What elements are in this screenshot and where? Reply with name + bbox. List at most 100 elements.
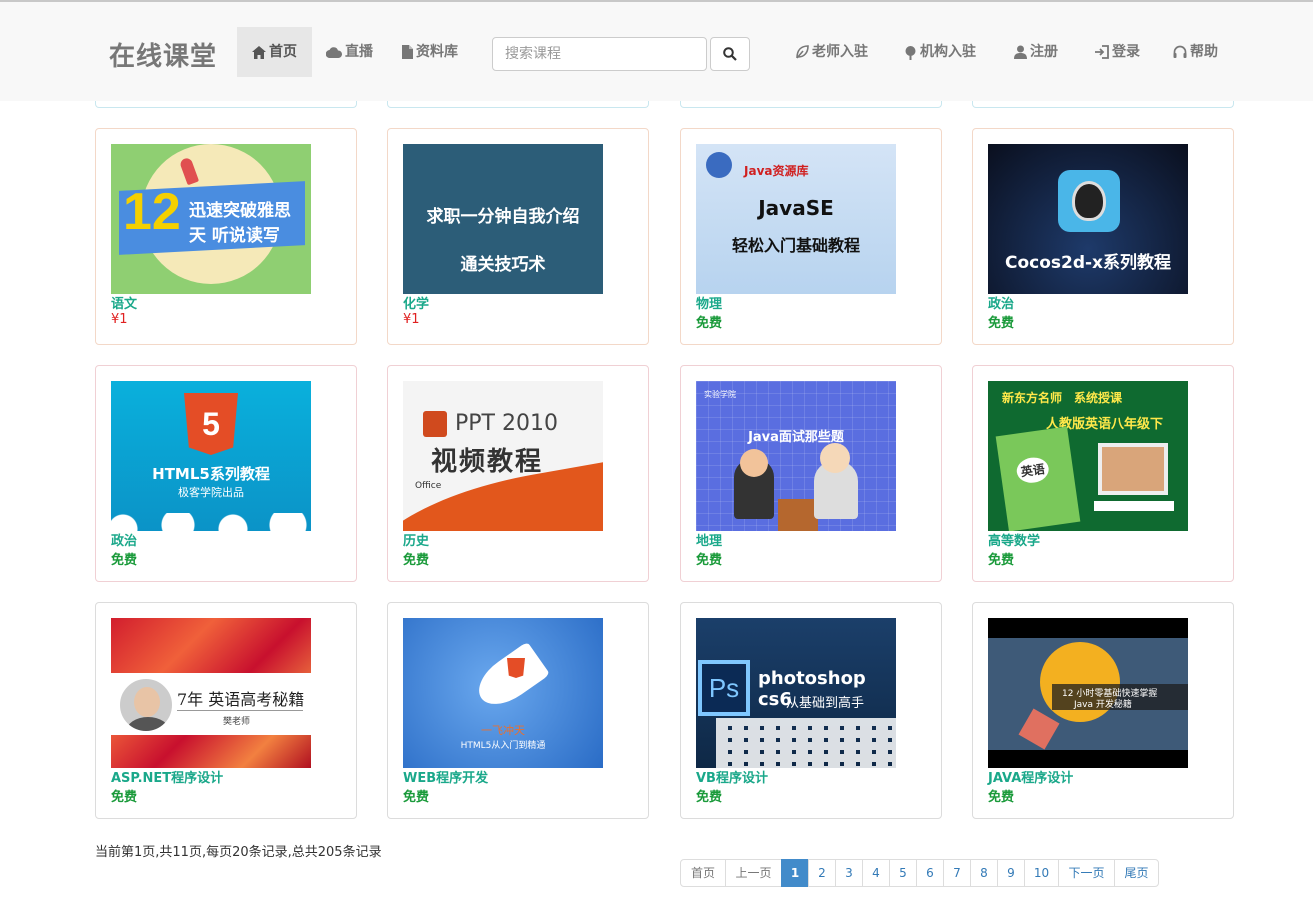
course-cover[interactable]: PPT 2010 视频教程 Office <box>403 381 603 531</box>
page-button-9[interactable]: 9 <box>997 859 1025 887</box>
course-card[interactable]: 新东方名师 系统授课 人教版英语八年级下 英语 高等数学 免费 <box>972 365 1234 582</box>
nav-teacher-join[interactable]: 老师入驻 <box>795 27 868 77</box>
nav-help-label: 帮助 <box>1190 44 1218 60</box>
page-button-4[interactable]: 4 <box>862 859 890 887</box>
course-title[interactable]: 政治 <box>988 293 1014 312</box>
course-title[interactable]: ASP.NET程序设计 <box>111 767 223 786</box>
page-button-2[interactable]: 2 <box>808 859 836 887</box>
course-cover[interactable]: 一飞冲天 HTML5从入门到精通 <box>403 618 603 768</box>
course-cover[interactable]: 实验学院 Java面试那些题 <box>696 381 896 531</box>
page-last-button[interactable]: 尾页 <box>1114 859 1159 887</box>
course-cover[interactable]: 求职一分钟自我介绍 通关技巧术 <box>403 144 603 294</box>
nav-home-label: 首页 <box>269 44 297 60</box>
brand-logo[interactable]: 在线课堂 <box>109 36 217 73</box>
course-cover[interactable]: 7年 英语高考秘籍 樊老师 <box>111 618 311 768</box>
page-button-8[interactable]: 8 <box>970 859 998 887</box>
search-button[interactable] <box>710 37 750 71</box>
desk-illustration <box>778 499 818 531</box>
html5-logo-icon: 5 <box>184 393 238 455</box>
course-title[interactable]: 化学 <box>403 293 429 312</box>
cover-text: Java面试那些题 <box>748 430 844 445</box>
course-title[interactable]: 历史 <box>403 530 429 549</box>
course-card[interactable]: 5 HTML5系列教程 极客学院出品 政治 免费 <box>95 365 357 582</box>
course-cover[interactable]: 5 HTML5系列教程 极客学院出品 <box>111 381 311 531</box>
cover-text: Cocos2d-x系列教程 <box>1004 253 1172 273</box>
course-card[interactable]: 实验学院 Java面试那些题 地理 免费 <box>680 365 942 582</box>
course-price: 免费 <box>988 316 1015 331</box>
course-price: 免费 <box>696 316 723 331</box>
nav-login[interactable]: 登录 <box>1094 27 1140 77</box>
cover-text: 轻松入门基础教程 <box>731 236 860 255</box>
course-card[interactable]: PPT 2010 视频教程 Office 历史 免费 <box>387 365 649 582</box>
search-input[interactable]: 搜索课程 <box>492 37 707 71</box>
ppt-logo-icon <box>423 411 447 437</box>
planet-illustration <box>1040 642 1120 722</box>
cocos-logo-icon <box>1058 170 1120 232</box>
page-first-button[interactable]: 首页 <box>680 859 726 887</box>
ps-logo-icon: Ps <box>698 660 750 716</box>
user-icon <box>1014 45 1027 59</box>
mascot-icon <box>706 152 732 178</box>
course-title[interactable]: 语文 <box>111 293 137 312</box>
textbook-image: 英语 <box>995 426 1081 531</box>
course-price: 免费 <box>111 553 138 568</box>
top-navbar: 在线课堂 首页 直播 资料库 搜索课程 老师入驻 机构入驻 注册 登录 帮助 <box>0 0 1313 101</box>
cloud-decoration <box>111 513 311 531</box>
course-cover[interactable]: Java资源库 JavaSE 轻松入门基础教程 <box>696 144 896 294</box>
cover-text: Office <box>415 481 442 491</box>
page-button-1[interactable]: 1 <box>781 859 809 887</box>
page-next-button[interactable]: 下一页 <box>1058 859 1115 887</box>
gem-illustration <box>1018 708 1060 750</box>
nav-home[interactable]: 首页 <box>237 27 312 77</box>
nav-live[interactable]: 直播 <box>326 27 373 77</box>
course-card[interactable]: Ps photoshop cs6 从基础到高手 VB程序设计 免费 <box>680 602 942 819</box>
nav-help[interactable]: 帮助 <box>1173 27 1218 77</box>
course-cover[interactable]: 12 迅速突破雅思 天 听说读写 <box>111 144 311 294</box>
course-card[interactable]: 7年 英语高考秘籍 樊老师 ASP.NET程序设计 免费 <box>95 602 357 819</box>
course-price: 免费 <box>403 790 430 805</box>
course-card[interactable]: Cocos2d-x系列教程 政治 免费 <box>972 128 1234 345</box>
course-card[interactable]: 求职一分钟自我介绍 通关技巧术 化学 ¥1 <box>387 128 649 345</box>
page-button-5[interactable]: 5 <box>889 859 917 887</box>
course-cover[interactable]: 新东方名师 系统授课 人教版英语八年级下 英语 <box>988 381 1188 531</box>
leaf-icon <box>796 45 809 59</box>
cover-text: 视频教程 <box>431 447 544 477</box>
course-cover[interactable]: Cocos2d-x系列教程 <box>988 144 1188 294</box>
course-title[interactable]: 政治 <box>111 530 137 549</box>
cover-text: 通关技巧术 <box>460 255 546 275</box>
nav-register[interactable]: 注册 <box>1014 27 1058 77</box>
page-button-7[interactable]: 7 <box>943 859 971 887</box>
cloud-icon <box>326 46 342 58</box>
computer-image <box>1098 443 1168 495</box>
course-card[interactable]: 一飞冲天 HTML5从入门到精通 WEB程序开发 免费 <box>387 602 649 819</box>
nav-register-label: 注册 <box>1030 44 1058 60</box>
cover-text: 新东方名师 系统授课 <box>1002 391 1123 405</box>
cover-text: 从基础到高手 <box>786 696 865 711</box>
course-cover[interactable]: 12 小时零基础快速掌握 Java 开发秘籍 <box>988 618 1188 768</box>
course-title[interactable]: 高等数学 <box>988 530 1040 549</box>
page-button-10[interactable]: 10 <box>1024 859 1059 887</box>
course-title[interactable]: 地理 <box>696 530 722 549</box>
course-card[interactable]: 12 小时零基础快速掌握 Java 开发秘籍 JAVA程序设计 免费 <box>972 602 1234 819</box>
cover-text: Java资源库 <box>744 164 809 178</box>
nav-library[interactable]: 资料库 <box>402 27 458 77</box>
rocket-illustration <box>469 641 551 715</box>
page-button-6[interactable]: 6 <box>916 859 944 887</box>
course-title[interactable]: 物理 <box>696 293 722 312</box>
html5-badge-icon <box>507 658 525 678</box>
course-card[interactable]: 12 迅速突破雅思 天 听说读写 语文 ¥1 <box>95 128 357 345</box>
record-info: 当前第1页,共11页,每页20条记录,总共205条记录 <box>95 845 382 860</box>
cover-text: 极客学院出品 <box>178 486 244 499</box>
nav-institution-join[interactable]: 机构入驻 <box>904 27 976 77</box>
course-title[interactable]: JAVA程序设计 <box>988 767 1073 786</box>
course-cover[interactable]: Ps photoshop cs6 从基础到高手 <box>696 618 896 768</box>
cover-text: JavaSE <box>758 196 834 220</box>
cover-text: 求职一分钟自我介绍 <box>426 207 580 227</box>
tree-icon <box>905 45 916 60</box>
course-title[interactable]: VB程序设计 <box>696 767 768 786</box>
course-title[interactable]: WEB程序开发 <box>403 767 488 786</box>
page-button-3[interactable]: 3 <box>835 859 863 887</box>
course-card[interactable]: Java资源库 JavaSE 轻松入门基础教程 物理 免费 <box>680 128 942 345</box>
page-prev-button[interactable]: 上一页 <box>725 859 782 887</box>
cover-text: HTML5从入门到精通 <box>460 741 546 751</box>
